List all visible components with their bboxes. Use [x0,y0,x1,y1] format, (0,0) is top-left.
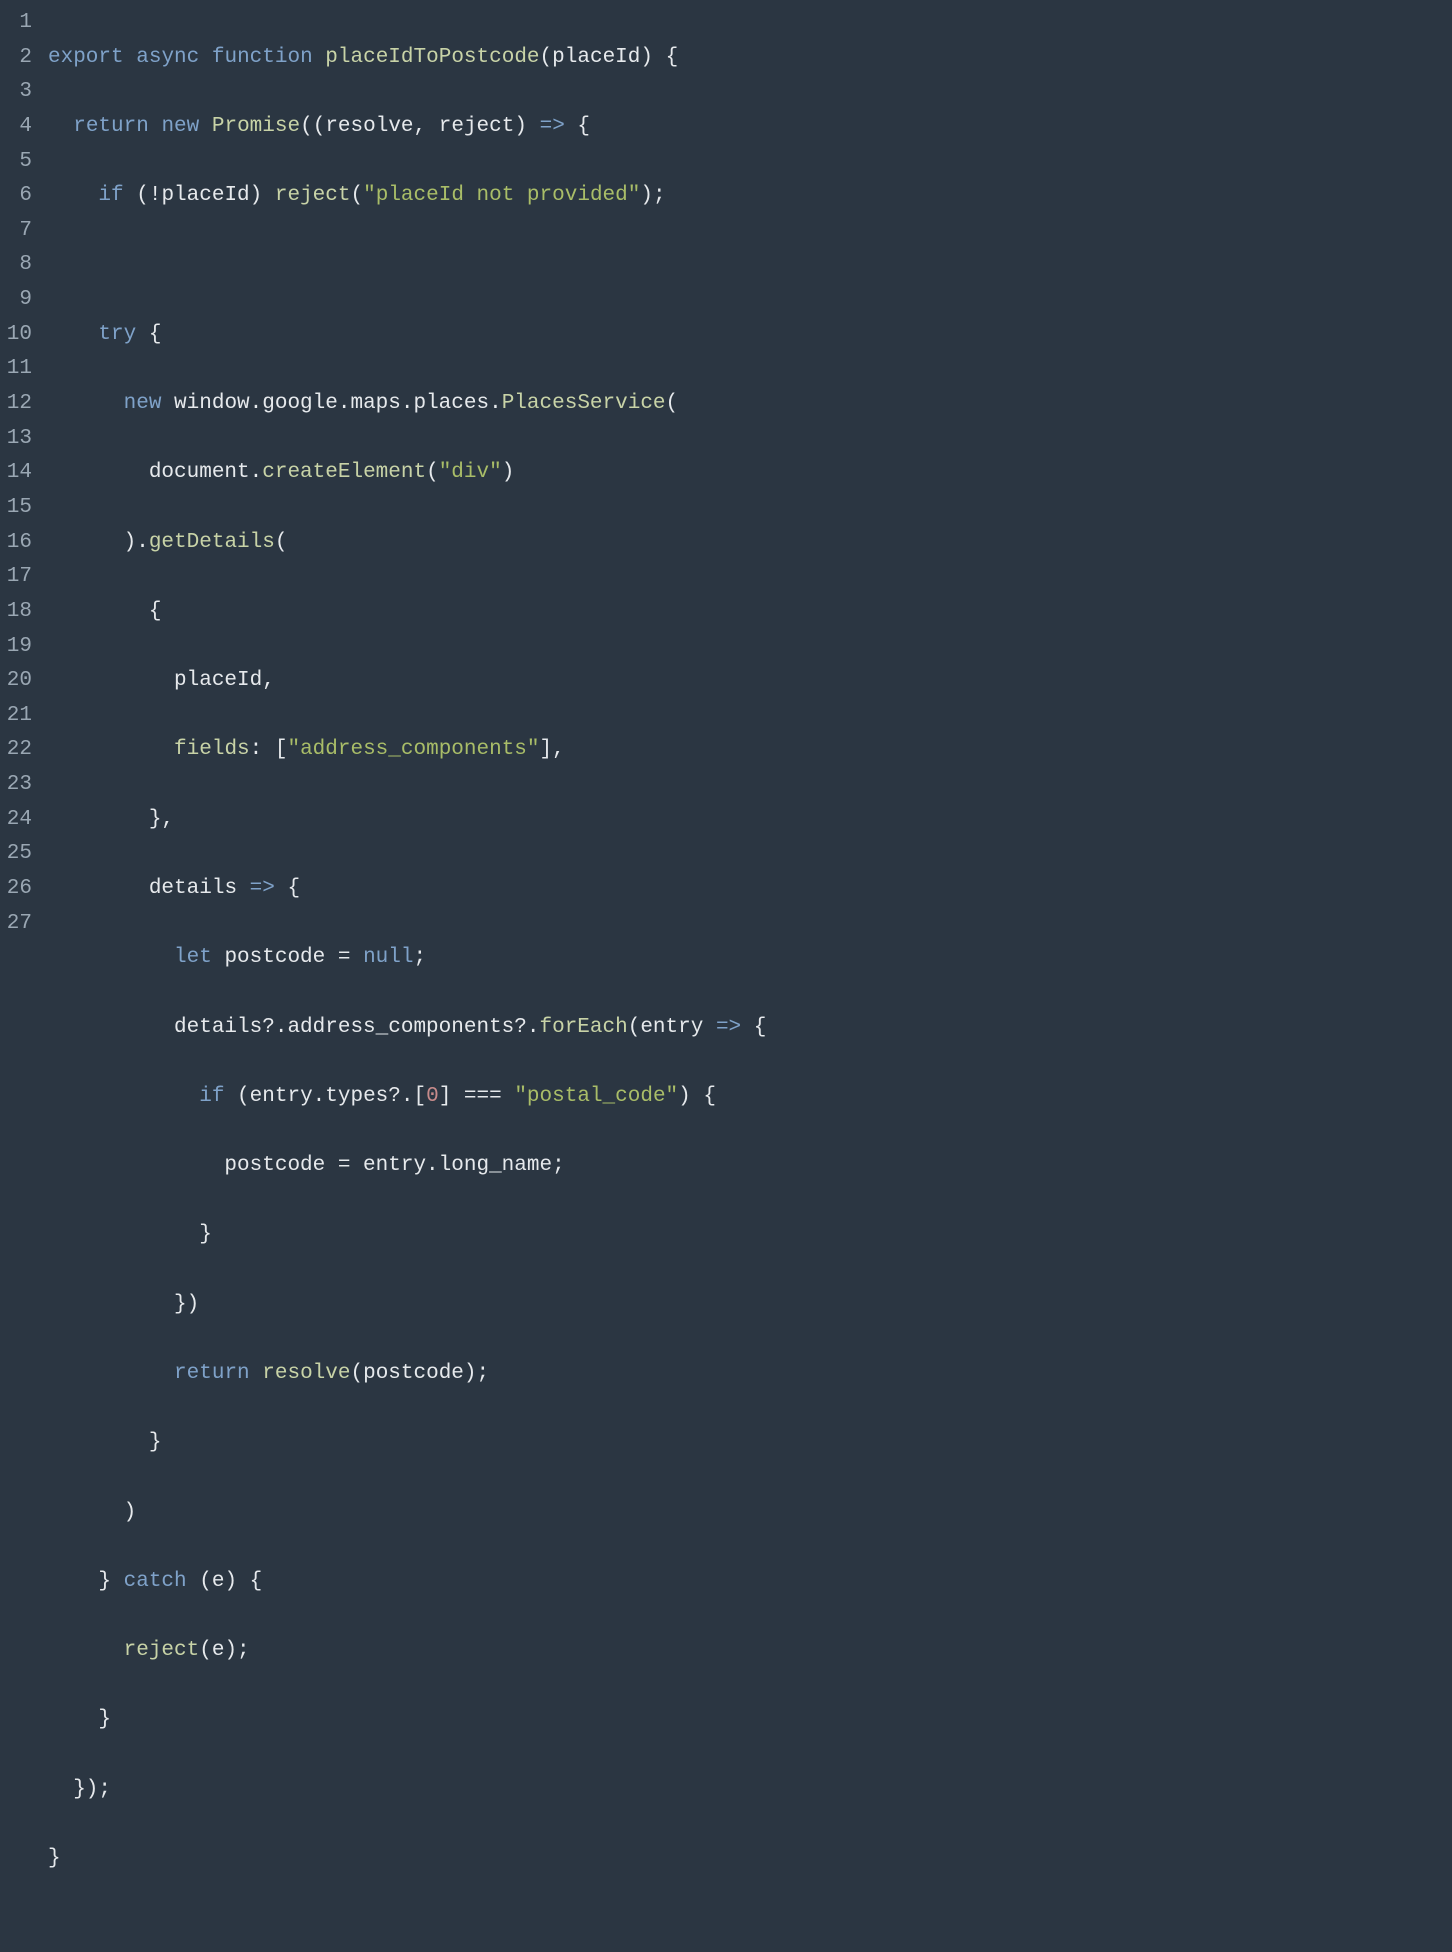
line-number: 18 [0,595,32,630]
line-number: 19 [0,630,32,665]
code-line: } [48,1218,1452,1253]
line-number: 6 [0,179,32,214]
code-line: } catch (e) { [48,1565,1452,1600]
line-number: 2 [0,41,32,76]
line-number: 4 [0,110,32,145]
code-line: }); [48,1773,1452,1808]
code-content[interactable]: export async function placeIdToPostcode(… [48,6,1452,1946]
line-number: 16 [0,526,32,561]
code-line: ) [48,1496,1452,1531]
code-line: export async function placeIdToPostcode(… [48,41,1452,76]
code-line: details?.address_components?.forEach(ent… [48,1011,1452,1046]
code-line: let postcode = null; [48,941,1452,976]
line-number-gutter: 1 2 3 4 5 6 7 8 9 10 11 12 13 14 15 16 1… [0,6,48,1946]
line-number: 3 [0,75,32,110]
code-line: postcode = entry.long_name; [48,1149,1452,1184]
code-line: try { [48,318,1452,353]
code-line: return resolve(postcode); [48,1357,1452,1392]
code-line: fields: ["address_components"], [48,733,1452,768]
line-number: 1 [0,6,32,41]
line-number: 27 [0,907,32,942]
code-line: }) [48,1288,1452,1323]
line-number: 17 [0,560,32,595]
code-line [48,248,1452,283]
code-line: } [48,1426,1452,1461]
line-number: 20 [0,664,32,699]
line-number: 22 [0,733,32,768]
code-line: document.createElement("div") [48,456,1452,491]
line-number: 25 [0,837,32,872]
line-number: 14 [0,456,32,491]
line-number: 11 [0,352,32,387]
line-number: 10 [0,318,32,353]
line-number: 23 [0,768,32,803]
line-number: 24 [0,803,32,838]
code-line: if (entry.types?.[0] === "postal_code") … [48,1080,1452,1115]
line-number: 7 [0,214,32,249]
code-line: placeId, [48,664,1452,699]
code-line: return new Promise((resolve, reject) => … [48,110,1452,145]
line-number: 13 [0,422,32,457]
code-line: if (!placeId) reject("placeId not provid… [48,179,1452,214]
line-number: 26 [0,872,32,907]
line-number: 12 [0,387,32,422]
code-line: } [48,1842,1452,1877]
line-number: 8 [0,248,32,283]
code-line: details => { [48,872,1452,907]
line-number: 21 [0,699,32,734]
code-line: ).getDetails( [48,526,1452,561]
code-line: new window.google.maps.places.PlacesServ… [48,387,1452,422]
code-line: { [48,595,1452,630]
line-number: 5 [0,145,32,180]
code-line: }, [48,803,1452,838]
code-editor: 1 2 3 4 5 6 7 8 9 10 11 12 13 14 15 16 1… [0,6,1452,1946]
code-line: reject(e); [48,1634,1452,1669]
line-number: 9 [0,283,32,318]
line-number: 15 [0,491,32,526]
code-line: } [48,1703,1452,1738]
